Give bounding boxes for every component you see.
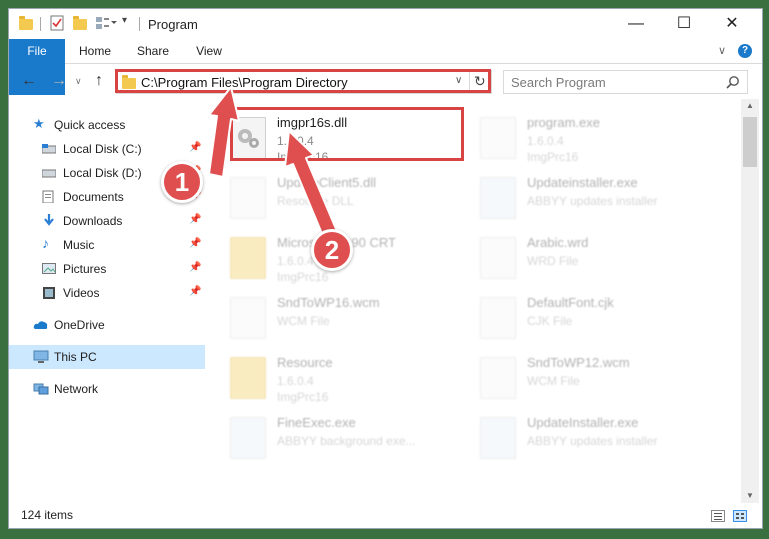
arrow-2: [284, 130, 340, 242]
step-badge-2: 2: [311, 229, 353, 271]
step-badge-1: 1: [161, 161, 203, 203]
annotation-arrows: [208, 86, 340, 242]
explorer-window: ▾ Program — ☐ ✕ File Home Share View ∨ ?…: [8, 8, 763, 529]
arrow-1: [208, 86, 240, 178]
